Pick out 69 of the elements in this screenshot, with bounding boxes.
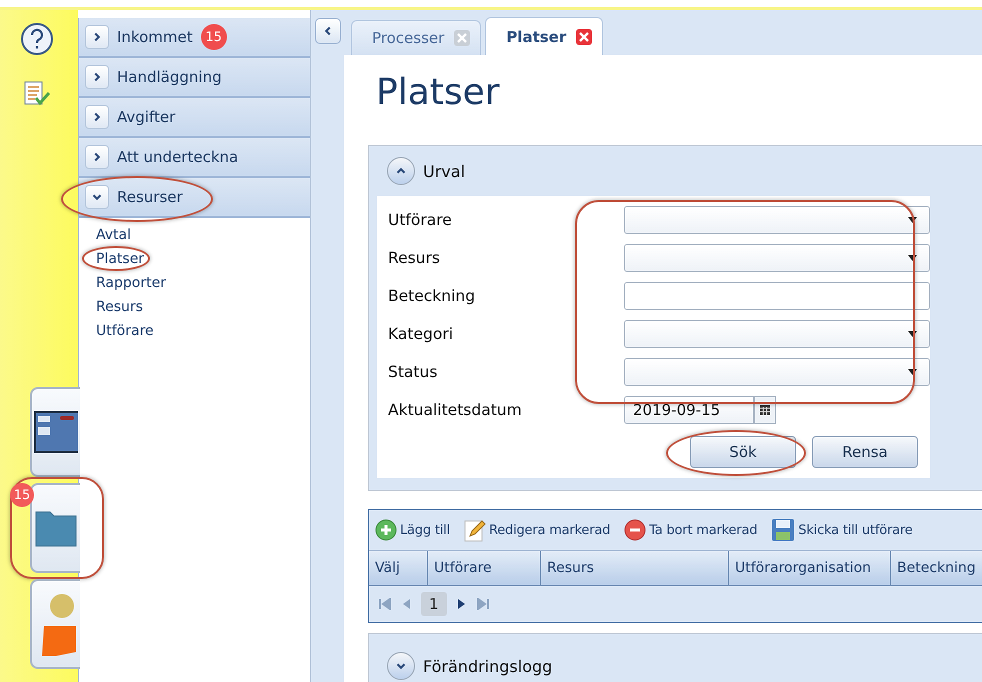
dropdown-arrow-icon: [908, 217, 917, 223]
nav-section-header[interactable]: Avgifter: [79, 98, 310, 138]
expand-toggle[interactable]: [85, 185, 109, 209]
field-label: Kategori: [388, 325, 454, 343]
dropdown-arrow-icon: [908, 369, 917, 375]
nav-section-label[interactable]: Att underteckna: [117, 148, 238, 166]
count-badge: 15: [200, 24, 227, 50]
input-field[interactable]: [624, 282, 930, 310]
field-label: Utförare: [388, 211, 453, 229]
dropdown-field[interactable]: [624, 206, 930, 234]
nav-section-header[interactable]: Handläggning: [79, 58, 310, 98]
nav-section-label[interactable]: Resurser: [117, 188, 183, 206]
page-title: Platser: [375, 71, 501, 115]
tab[interactable]: Platser: [485, 17, 604, 55]
panel-title: Urval: [423, 162, 466, 180]
form-button[interactable]: Rensa: [812, 436, 918, 468]
dropdown-arrow-icon: [908, 331, 917, 337]
toolbar-button[interactable]: Skicka till utförare: [771, 518, 913, 542]
field-label: Aktualitetsdatum: [388, 401, 523, 419]
close-icon[interactable]: [576, 28, 592, 44]
calendar-icon: [760, 405, 770, 415]
nav-link[interactable]: Avtal: [96, 227, 131, 243]
back-button[interactable]: [315, 18, 341, 44]
nav-link[interactable]: Utförare: [96, 323, 154, 339]
dock-button[interactable]: [30, 387, 80, 477]
nav-section-label[interactable]: Handläggning: [117, 68, 222, 86]
dropdown-arrow-icon: [908, 255, 917, 261]
expand-toggle[interactable]: [85, 105, 109, 129]
form-button[interactable]: Sök: [690, 436, 796, 468]
nav-section-label[interactable]: Avgifter: [117, 108, 176, 126]
column-header[interactable]: Välj: [369, 551, 428, 585]
panel-title: Förändringslogg: [423, 656, 552, 676]
plus-icon: [375, 519, 397, 541]
collapse-toggle[interactable]: [387, 652, 415, 680]
page-number[interactable]: 1: [421, 592, 447, 616]
nav-link[interactable]: Platser: [96, 251, 144, 267]
notification-badge: 15: [10, 483, 34, 507]
collapse-toggle[interactable]: [387, 157, 415, 185]
nav-section-header[interactable]: Resurser: [79, 178, 310, 218]
date-field[interactable]: 2019-09-15: [624, 396, 754, 424]
field-label: Beteckning: [388, 287, 476, 305]
expand-toggle[interactable]: [85, 65, 109, 89]
column-header[interactable]: Resurs: [541, 551, 729, 585]
column-header[interactable]: Beteckning: [891, 551, 982, 585]
nav-section-header[interactable]: Inkommet 15: [79, 18, 310, 58]
document-check-icon[interactable]: [22, 80, 52, 108]
expand-toggle[interactable]: [85, 25, 109, 49]
dropdown-field[interactable]: [624, 320, 930, 348]
nav-section-header[interactable]: Att underteckna: [79, 138, 310, 178]
calendar-button[interactable]: [754, 396, 776, 424]
next-page-icon[interactable]: [456, 598, 467, 610]
toolbar-button[interactable]: Redigera markerad: [464, 518, 610, 542]
column-header[interactable]: Utförare: [428, 551, 541, 585]
nav-link[interactable]: Resurs: [96, 299, 143, 315]
dropdown-field[interactable]: [624, 244, 930, 272]
nav-section-label[interactable]: Inkommet: [117, 28, 193, 46]
help-icon[interactable]: [20, 22, 54, 56]
window-icon: [34, 411, 78, 453]
field-label: Status: [388, 363, 438, 381]
tab[interactable]: Processer: [351, 20, 482, 55]
toolbar-button[interactable]: Ta bort markerad: [624, 519, 758, 541]
nav-link[interactable]: Rapporter: [96, 275, 166, 291]
expand-toggle[interactable]: [85, 145, 109, 169]
pencil-icon: [464, 518, 486, 542]
column-header[interactable]: Utförarorganisation: [729, 551, 891, 585]
dropdown-field[interactable]: [624, 358, 930, 386]
toolbar-button[interactable]: Lägg till: [375, 519, 450, 541]
field-label: Resurs: [388, 249, 441, 267]
minus-icon: [624, 519, 646, 541]
